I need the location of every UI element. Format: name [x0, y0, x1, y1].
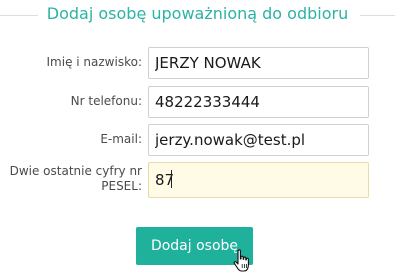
text-caret	[171, 170, 172, 188]
name-label: Imię i nazwisko:	[46, 55, 142, 69]
phone-label: Nr telefonu:	[70, 94, 142, 108]
email-input[interactable]	[148, 124, 369, 156]
hand-pointer-icon	[232, 248, 252, 274]
name-input[interactable]	[148, 47, 369, 79]
form-header: Dodaj osobę upoważnioną do odbioru	[0, 0, 395, 30]
header-divider-right	[360, 15, 395, 16]
email-label: E-mail:	[100, 132, 142, 146]
pesel-digits-input[interactable]	[148, 162, 369, 198]
pesel-label: Dwie ostatnie cyfry nr PESEL:	[9, 164, 142, 193]
phone-input[interactable]	[148, 86, 369, 118]
form-title: Dodaj osobę upoważnioną do odbioru	[46, 4, 349, 23]
add-authorized-person-form: Dodaj osobę upoważnioną do odbioru Imię …	[0, 0, 395, 280]
